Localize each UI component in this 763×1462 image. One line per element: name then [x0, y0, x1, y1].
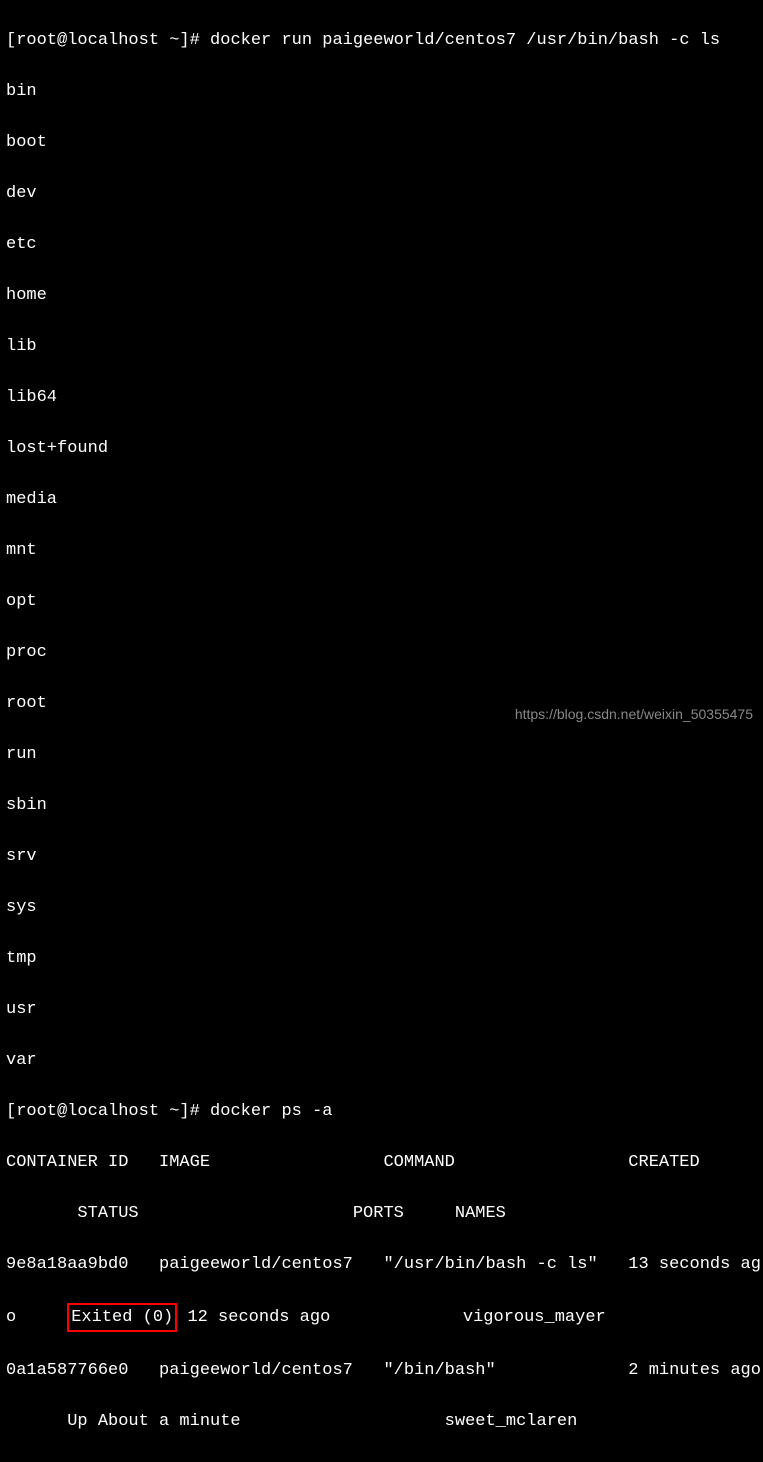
- ls-output-line: dev: [6, 181, 757, 207]
- ls-output-line: var: [6, 1048, 757, 1074]
- table-row: 0a1a587766e0 paigeeworld/centos7 "/bin/b…: [6, 1358, 757, 1384]
- ls-output-line: lost+found: [6, 436, 757, 462]
- table-row: 9e8a18aa9bd0 paigeeworld/centos7 "/usr/b…: [6, 1252, 757, 1278]
- table-row: Up About a minute sweet_mclaren: [6, 1409, 757, 1435]
- table-row: e6f8ff4a859b nginx:latest "/docker-entry…: [6, 1460, 757, 1462]
- ls-output-line: opt: [6, 589, 757, 615]
- ls-output-line: tmp: [6, 946, 757, 972]
- table-header: CONTAINER ID IMAGE COMMAND CREATED: [6, 1150, 757, 1176]
- ls-output-line: sbin: [6, 793, 757, 819]
- ls-output-line: proc: [6, 640, 757, 666]
- ls-output-line: mnt: [6, 538, 757, 564]
- ls-output-line: etc: [6, 232, 757, 258]
- shell-prompt: [root@localhost ~]#: [6, 1102, 210, 1121]
- watermark-text: https://blog.csdn.net/weixin_50355475: [515, 704, 753, 725]
- row-suffix: 12 seconds ago vigorous_mayer: [177, 1308, 605, 1327]
- table-header: STATUS PORTS NAMES: [6, 1201, 757, 1227]
- command-text: docker run paigeeworld/centos7 /usr/bin/…: [210, 31, 720, 50]
- ls-output-line: lib: [6, 334, 757, 360]
- ls-output-line: home: [6, 283, 757, 309]
- ls-output-line: run: [6, 742, 757, 768]
- ls-output-line: sys: [6, 895, 757, 921]
- table-row: o Exited (0) 12 seconds ago vigorous_may…: [6, 1303, 757, 1333]
- ls-output-line: boot: [6, 130, 757, 156]
- ls-output-line: usr: [6, 997, 757, 1023]
- ls-output-line: bin: [6, 79, 757, 105]
- ls-output-line: lib64: [6, 385, 757, 411]
- command-text: docker ps -a: [210, 1102, 332, 1121]
- shell-prompt: [root@localhost ~]#: [6, 31, 210, 50]
- terminal-output[interactable]: [root@localhost ~]# docker run paigeewor…: [6, 2, 757, 1462]
- exit-status-highlight: Exited (0): [67, 1303, 177, 1333]
- row-prefix: o: [6, 1308, 67, 1327]
- ls-output-line: media: [6, 487, 757, 513]
- ls-output-line: srv: [6, 844, 757, 870]
